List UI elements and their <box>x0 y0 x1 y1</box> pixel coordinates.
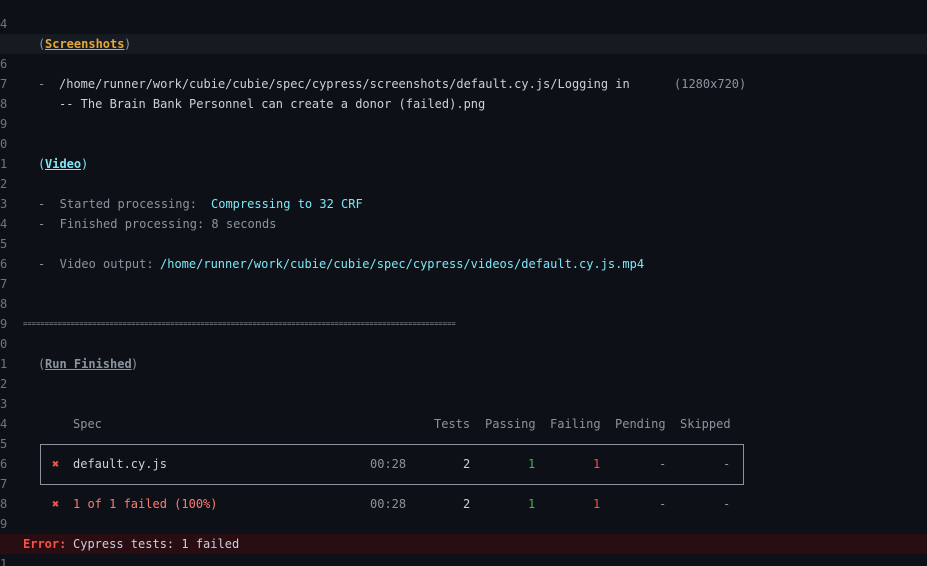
summary-row: 9 ✖ 1 of 1 failed (100%) 00:28 2 1 1 - - <box>0 494 927 531</box>
summary-failing: 1 <box>593 497 601 511</box>
row-pending: - <box>659 457 667 471</box>
header-spec: Spec <box>73 417 102 431</box>
video-output-path: /home/runner/work/cubie/cubie/spec/cypre… <box>160 257 645 271</box>
video-output-label: - Video output: <box>38 257 154 271</box>
summary-passing: 1 <box>528 497 536 511</box>
section-close-paren: ) <box>124 37 132 51</box>
error-message: Cypress tests: 1 failed <box>73 537 240 551</box>
log-line: 8 <box>0 474 927 511</box>
section-close-paren: ) <box>81 157 89 171</box>
row-failing: 1 <box>593 457 601 471</box>
line-number: 1 <box>0 557 8 566</box>
log-line: 6 ( Screenshots ) <box>0 34 927 71</box>
screenshot-dimensions: (1280x720) <box>674 77 747 91</box>
started-processing-value: Compressing to 32 CRF <box>211 197 363 211</box>
header-skipped: Skipped <box>680 417 731 431</box>
error-line: 1 Error: Cypress tests: 1 failed <box>0 534 927 566</box>
row-passing: 1 <box>528 457 536 471</box>
row-spec-file: default.cy.js <box>73 457 167 471</box>
log-line: 4 <box>0 394 927 431</box>
screenshot-path: /home/runner/work/cubie/cubie/spec/cypre… <box>59 77 630 91</box>
header-pending: Pending <box>615 417 666 431</box>
row-tests: 2 <box>463 457 471 471</box>
summary-tests: 2 <box>463 497 471 511</box>
log-line: 2 ( Video ) <box>0 154 927 191</box>
log-line: 5 - Finished processing: 8 seconds <box>0 214 927 251</box>
log-line: 3 <box>0 374 927 411</box>
header-failing: Failing <box>550 417 601 431</box>
log-line: 0 ======================================… <box>0 314 927 351</box>
row-duration: 00:28 <box>370 457 407 471</box>
summary-skipped: - <box>723 497 731 511</box>
terminal-log: 4 5 6 ( Screenshots ) 7 8 - /home/runner… <box>0 0 927 566</box>
log-line: 4 <box>0 0 927 31</box>
table-header-row: 5 Spec Tests Passing Failing Pending Ski… <box>0 414 927 451</box>
screenshot-path-continued: -- The Brain Bank Personnel can create a… <box>59 97 486 111</box>
header-passing: Passing <box>485 417 536 431</box>
log-line: 4 - Started processing: Compressing to 3… <box>0 194 927 231</box>
started-processing-label: - Started processing: <box>38 197 197 211</box>
section-close-paren: ) <box>131 357 139 371</box>
log-line: 6 <box>0 234 927 271</box>
log-line: 1 <box>0 134 927 171</box>
bullet: - <box>38 77 46 91</box>
row-skipped: - <box>723 457 731 471</box>
log-line: 7 <box>0 54 927 91</box>
table-row: 7 ✖ default.cy.js 00:28 2 1 1 - - <box>0 454 927 491</box>
header-tests: Tests <box>434 417 471 431</box>
log-line: 9 <box>0 294 927 331</box>
log-line: 9 -- The Brain Bank Personnel can create… <box>0 94 927 131</box>
log-line: 1 <box>0 334 927 371</box>
log-line: 8 - /home/runner/work/cubie/cubie/spec/c… <box>0 74 927 111</box>
log-line: 7 - Video output: /home/runner/work/cubi… <box>0 254 927 291</box>
summary-pending: - <box>659 497 667 511</box>
failed-x-icon: ✖ <box>52 497 60 511</box>
error-label: Error: <box>23 537 67 551</box>
log-line: 8 <box>0 274 927 311</box>
log-line: 2 ( Run Finished ) <box>0 354 927 391</box>
run-finished-heading: Run Finished <box>45 357 132 371</box>
summary-text: 1 of 1 failed (100%) <box>73 497 218 511</box>
finished-processing-label: - Finished processing: 8 seconds <box>38 217 277 231</box>
log-line: 3 <box>0 174 927 211</box>
failed-x-icon: ✖ <box>52 457 60 471</box>
separator-line: ========================================… <box>23 319 456 328</box>
log-line: 5 <box>0 14 927 51</box>
video-heading: Video <box>45 157 82 171</box>
log-line: 0 <box>0 514 927 551</box>
screenshots-heading: Screenshots <box>45 37 125 51</box>
log-line: 0 <box>0 114 927 151</box>
summary-duration: 00:28 <box>370 497 407 511</box>
